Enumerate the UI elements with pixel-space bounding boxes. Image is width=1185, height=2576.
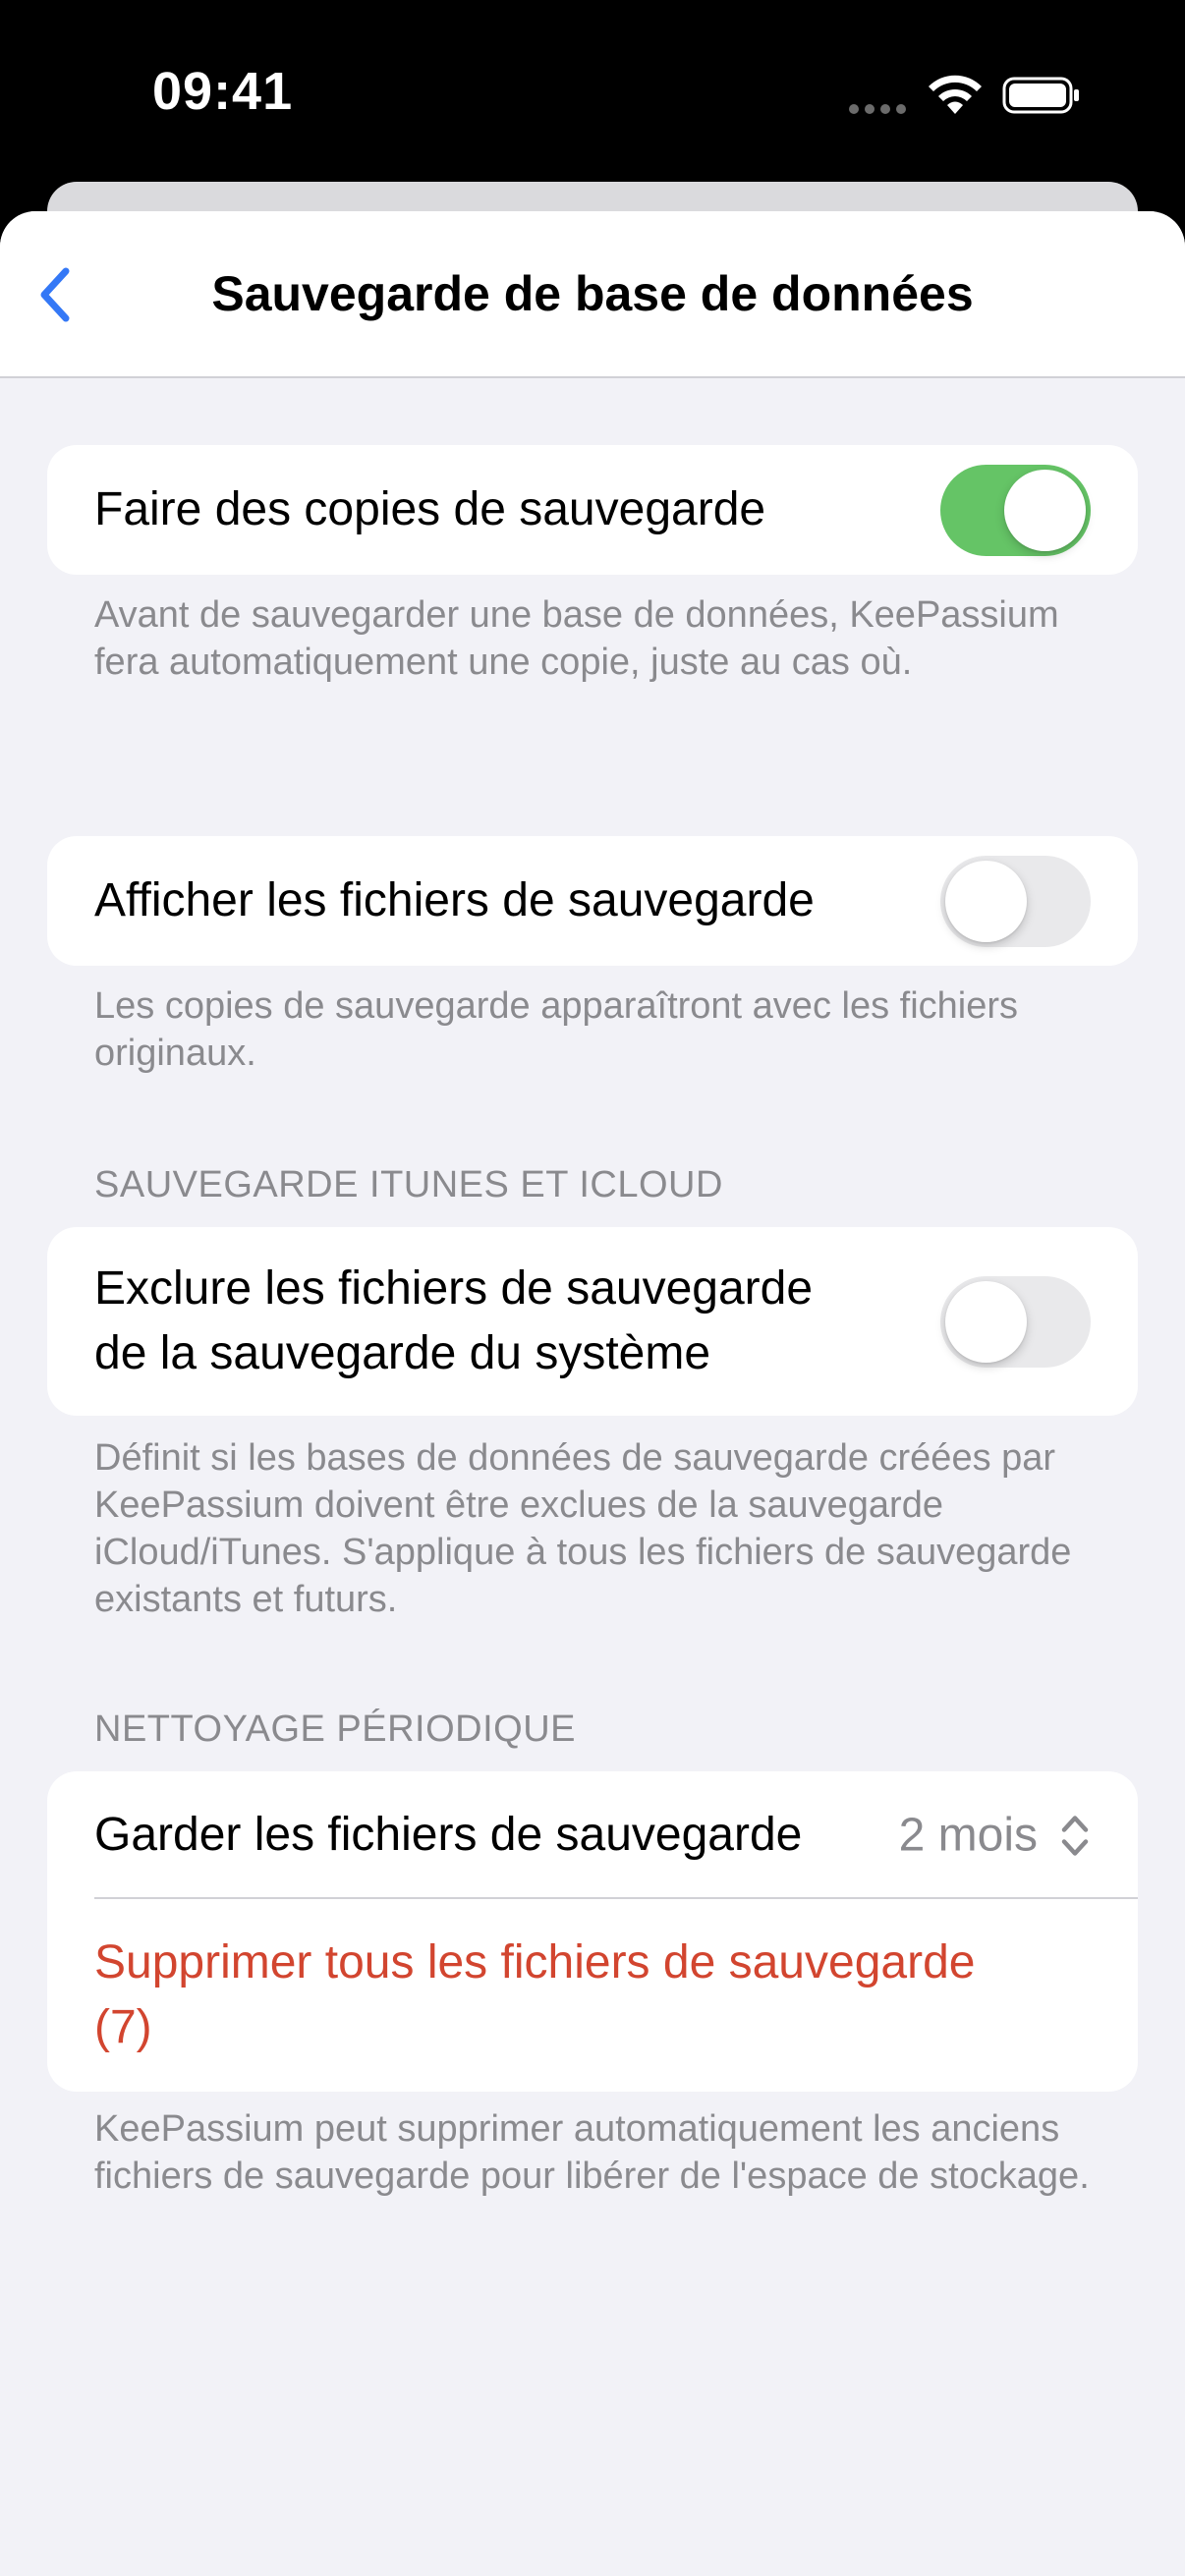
periodic-cleanup-header: NETTOYAGE PÉRIODIQUE: [94, 1708, 577, 1750]
exclude-footer: Définit si les bases de données de sauve…: [94, 1437, 1072, 1620]
signal-dots-icon: [849, 104, 908, 118]
make-backups-label: Faire des copies de sauvegarde: [94, 483, 766, 535]
delete-all-backups-row[interactable]: Supprimer tous les fichiers de sauvegard…: [47, 1899, 1138, 2092]
show-backup-files-row: Afficher les fichiers de sauvegarde: [47, 836, 1138, 966]
keep-backup-files-label: Garder les fichiers de sauvegarde: [94, 1809, 803, 1861]
show-backup-files-toggle[interactable]: [940, 856, 1091, 947]
delete-label-line1: Supprimer tous les fichiers de sauvegard…: [94, 1936, 976, 1988]
show-files-footer: Les copies de sauvegarde apparaîtront av…: [94, 985, 1018, 1074]
cleanup-footer: KeePassium peut supprimer automatiquemen…: [94, 2108, 1090, 2197]
delete-label-line2: (7): [94, 2001, 152, 2053]
status-bar: 09:41: [0, 0, 1185, 187]
keep-backup-files-row[interactable]: Garder les fichiers de sauvegarde 2 mois: [47, 1771, 1138, 1899]
backup-card: Faire des copies de sauvegarde: [47, 445, 1138, 575]
exclude-card: Exclure les fichiers de sauvegarde de la…: [47, 1227, 1138, 1416]
delete-all-backups-button[interactable]: Supprimer tous les fichiers de sauvegard…: [94, 1931, 975, 2060]
exclude-label-line2: de la sauvegarde du système: [94, 1327, 711, 1379]
toggle-knob: [945, 1281, 1027, 1363]
exclude-from-system-backup-label: Exclure les fichiers de sauvegarde de la…: [94, 1257, 813, 1386]
battery-icon: [1002, 77, 1079, 114]
itunes-icloud-header: SAUVEGARDE ITUNES ET ICLOUD: [94, 1164, 723, 1205]
settings-sheet: Sauvegarde de base de données Faire des …: [0, 211, 1185, 2576]
toggle-knob: [1004, 470, 1086, 551]
cleanup-card: Garder les fichiers de sauvegarde 2 mois…: [47, 1771, 1138, 2092]
page-title: Sauvegarde de base de données: [211, 266, 974, 321]
backup-footer: Avant de sauvegarder une base de données…: [94, 594, 1059, 683]
make-backups-row: Faire des copies de sauvegarde: [47, 445, 1138, 575]
status-time: 09:41: [152, 62, 294, 121]
navigation-bar: Sauvegarde de base de données: [0, 211, 1185, 378]
show-files-card: Afficher les fichiers de sauvegarde: [47, 836, 1138, 966]
exclude-label-line1: Exclure les fichiers de sauvegarde: [94, 1262, 814, 1315]
keep-duration-value: 2 mois: [898, 1809, 1038, 1862]
show-backup-files-label: Afficher les fichiers de sauvegarde: [94, 874, 815, 926]
exclude-from-system-backup-toggle[interactable]: [940, 1276, 1091, 1368]
keep-duration-picker[interactable]: 2 mois: [899, 1809, 1091, 1863]
exclude-from-system-backup-row: Exclure les fichiers de sauvegarde de la…: [47, 1227, 1138, 1416]
toggle-knob: [945, 861, 1027, 942]
wifi-icon: [929, 75, 982, 114]
make-backups-toggle[interactable]: [940, 465, 1091, 556]
chevron-up-down-icon: [1061, 1815, 1089, 1856]
